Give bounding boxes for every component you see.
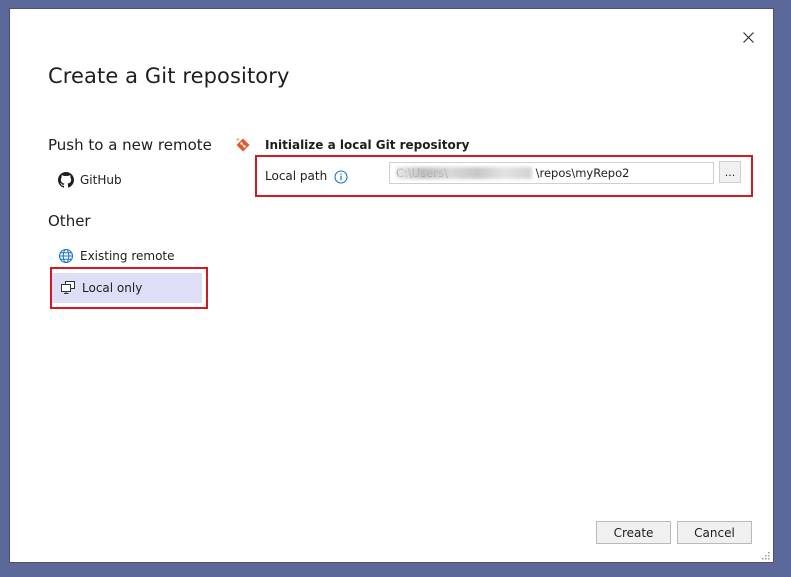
other-heading: Other [48,212,91,230]
local-path-input[interactable] [389,162,714,184]
sidebar-item-label: GitHub [80,173,122,187]
close-button[interactable] [737,26,759,48]
cancel-button[interactable]: Cancel [677,521,752,544]
local-computer-icon [60,280,76,296]
dialog-title: Create a Git repository [48,64,290,88]
browse-button[interactable]: ... [719,161,741,183]
sidebar-item-existing-remote[interactable]: Existing remote [50,241,200,271]
sidebar-item-github[interactable]: GitHub [50,165,200,195]
local-path-row: Local path ... [255,161,749,191]
create-git-repository-dialog: Create a Git repository Push to a new re… [9,8,774,563]
info-icon[interactable] [334,169,348,184]
resize-grip-icon[interactable] [759,549,771,561]
init-section-title: Initialize a local Git repository [265,138,470,152]
sidebar-item-local-only[interactable]: Local only [52,273,202,303]
create-button[interactable]: Create [596,521,671,544]
globe-icon [58,248,74,264]
init-section-header: Initialize a local Git repository [235,136,469,154]
git-repository-icon [235,137,251,153]
push-remote-heading: Push to a new remote [48,136,212,154]
sidebar-item-label: Existing remote [80,249,175,263]
close-icon [742,31,754,43]
sidebar-item-label: Local only [82,281,143,295]
github-icon [58,172,74,188]
local-path-label: Local path [265,169,328,183]
